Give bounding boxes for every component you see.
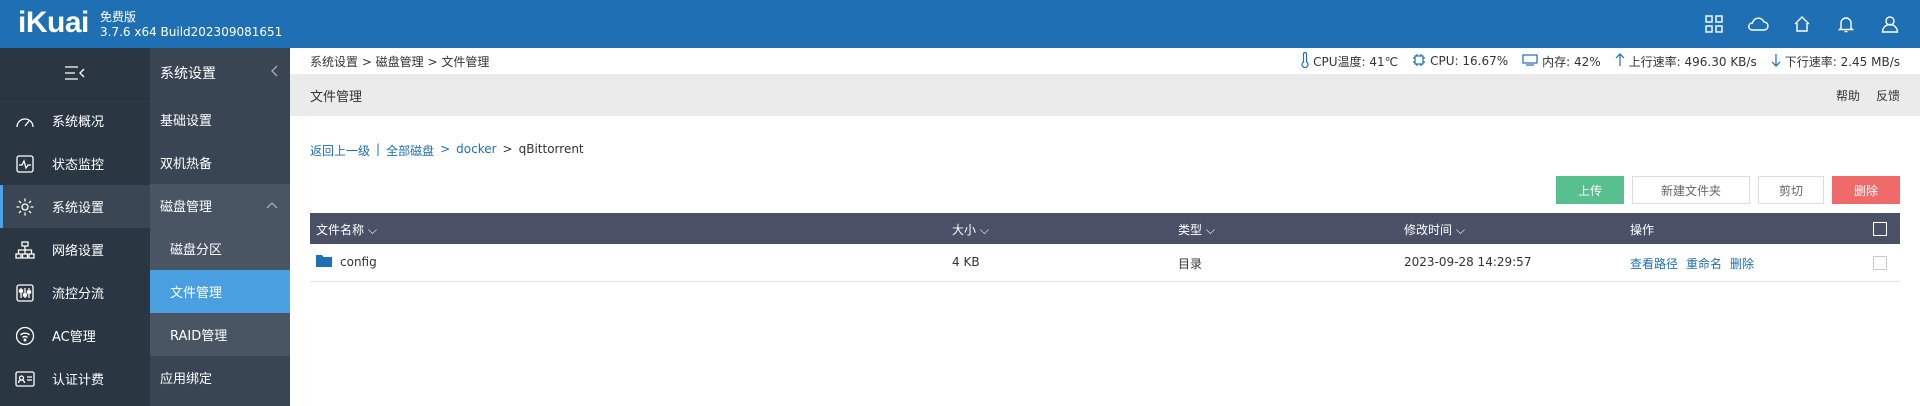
memory-icon bbox=[1522, 53, 1538, 69]
help-link[interactable]: 帮助 bbox=[1836, 87, 1860, 104]
select-all-checkbox[interactable] bbox=[1873, 222, 1887, 236]
chevron-down-icon: ⌵ bbox=[979, 223, 989, 237]
path-gt: > bbox=[502, 142, 513, 156]
upload-button[interactable]: 上传 bbox=[1556, 176, 1624, 204]
subnav-app-binding[interactable]: 应用绑定 bbox=[150, 356, 290, 399]
secondary-sidebar-header: 系统设置 bbox=[150, 48, 290, 98]
subnav-file-management[interactable]: 文件管理 bbox=[150, 270, 290, 313]
table-row[interactable]: config 4 KB 目录 2023-09-28 14:29:57 查看路径 … bbox=[310, 244, 1900, 282]
version-label: 3.7.6 x64 Build202309081651 bbox=[100, 25, 283, 39]
logo: iKuai bbox=[18, 6, 89, 39]
chevron-up-icon bbox=[266, 198, 278, 213]
primary-sidebar: 系统概况 状态监控 系统设置 网络设置 流控分流 AC管理 认证计费 bbox=[0, 48, 150, 406]
breadcrumb: 系统设置 > 磁盘管理 > 文件管理 bbox=[310, 54, 490, 69]
delete-link[interactable]: 删除 bbox=[1730, 255, 1754, 272]
rename-link[interactable]: 重命名 bbox=[1686, 255, 1722, 272]
nav-item-system-settings[interactable]: 系统设置 bbox=[0, 185, 150, 228]
nav-item-monitor[interactable]: 状态监控 bbox=[0, 142, 150, 185]
upload-rate-stat: 上行速率: 496.30 KB/s bbox=[1615, 52, 1757, 70]
path-gt: > bbox=[440, 142, 451, 156]
secondary-sidebar: 系统设置 基础设置 双机热备 磁盘管理 磁盘分区 文件管理 RAID管理 应用绑… bbox=[150, 48, 290, 406]
thermometer-icon bbox=[1301, 51, 1309, 71]
grid-icon[interactable] bbox=[1702, 12, 1726, 36]
chevron-down-icon: ⌵ bbox=[1455, 223, 1465, 237]
new-folder-button[interactable]: 新建文件夹 bbox=[1632, 176, 1750, 204]
nav-item-network[interactable]: 网络设置 bbox=[0, 228, 150, 271]
cpu-stat: CPU: 16.67% bbox=[1412, 53, 1508, 70]
user-icon[interactable] bbox=[1878, 12, 1902, 36]
col-type-header[interactable]: 类型 ⌵ bbox=[1178, 221, 1215, 238]
nav-item-flow-control[interactable]: 流控分流 bbox=[0, 271, 150, 314]
current-folder: qBittorrent bbox=[518, 142, 584, 156]
subnav-hot-standby[interactable]: 双机热备 bbox=[150, 141, 290, 184]
memory-stat: 内存: 42% bbox=[1522, 53, 1601, 70]
action-buttons: 上传 新建文件夹 剪切 删除 bbox=[1556, 176, 1900, 204]
col-ops-header: 操作 bbox=[1630, 223, 1655, 237]
main-content: 系统设置 > 磁盘管理 > 文件管理 CPU温度: 41℃ CPU: 16.67… bbox=[290, 48, 1920, 406]
cloud-icon[interactable] bbox=[1746, 12, 1770, 36]
path-separator: | bbox=[376, 142, 381, 156]
path-breadcrumb: 返回上一级 | 全部磁盘 > docker > qBittorrent bbox=[310, 142, 584, 159]
subnav-basic-settings[interactable]: 基础设置 bbox=[150, 98, 290, 141]
feedback-link[interactable]: 反馈 bbox=[1876, 87, 1900, 104]
version-info: 免费版 3.7.6 x64 Build202309081651 bbox=[100, 10, 282, 40]
folder-icon bbox=[316, 254, 332, 270]
arrow-up-icon bbox=[1615, 52, 1625, 70]
chevron-left-icon[interactable] bbox=[270, 65, 278, 81]
file-name[interactable]: config bbox=[340, 255, 377, 269]
dashboard-icon bbox=[14, 110, 36, 132]
table-header: 文件名称 ⌵ 大小 ⌵ 类型 ⌵ 修改时间 ⌵ 操作 bbox=[310, 213, 1900, 244]
wifi-icon bbox=[14, 325, 36, 347]
cpu-temp-stat: CPU温度: 41℃ bbox=[1301, 51, 1398, 71]
cut-button[interactable]: 剪切 bbox=[1758, 176, 1824, 204]
edition-label: 免费版 bbox=[100, 10, 137, 24]
subnav-raid-management[interactable]: RAID管理 bbox=[150, 313, 290, 356]
file-size: 4 KB bbox=[952, 255, 980, 269]
nav-item-overview[interactable]: 系统概况 bbox=[0, 99, 150, 142]
download-rate-stat: 下行速率: 2.45 MB/s bbox=[1771, 53, 1900, 70]
bell-icon[interactable] bbox=[1834, 12, 1858, 36]
row-checkbox[interactable] bbox=[1873, 256, 1887, 270]
top-bar: iKuai 免费版 3.7.6 x64 Build202309081651 bbox=[0, 0, 1920, 48]
file-mtime: 2023-09-28 14:29:57 bbox=[1404, 255, 1532, 269]
subnav-disk-partition[interactable]: 磁盘分区 bbox=[150, 227, 290, 270]
nav-item-auth-billing[interactable]: 认证计费 bbox=[0, 357, 150, 400]
page-title-bar: 文件管理 帮助 反馈 bbox=[290, 74, 1920, 116]
col-mtime-header[interactable]: 修改时间 ⌵ bbox=[1404, 221, 1465, 238]
docker-link[interactable]: docker bbox=[456, 142, 496, 159]
delete-button[interactable]: 删除 bbox=[1832, 176, 1900, 204]
status-bar: 系统设置 > 磁盘管理 > 文件管理 CPU温度: 41℃ CPU: 16.67… bbox=[290, 48, 1920, 74]
back-link[interactable]: 返回上一级 bbox=[310, 142, 370, 159]
network-icon bbox=[14, 239, 36, 261]
subnav-disk-management[interactable]: 磁盘管理 bbox=[150, 184, 290, 227]
collapse-menu-icon[interactable] bbox=[0, 48, 150, 99]
sliders-icon bbox=[14, 282, 36, 304]
page-title: 文件管理 bbox=[310, 89, 363, 105]
col-name-header[interactable]: 文件名称 ⌵ bbox=[316, 221, 377, 238]
file-type: 目录 bbox=[1178, 257, 1203, 271]
view-path-link[interactable]: 查看路径 bbox=[1630, 255, 1678, 272]
chip-icon bbox=[1412, 53, 1426, 70]
gear-icon bbox=[14, 196, 36, 218]
arrow-down-icon bbox=[1771, 53, 1781, 70]
chevron-down-icon: ⌵ bbox=[1205, 223, 1215, 237]
nav-item-ac[interactable]: AC管理 bbox=[0, 314, 150, 357]
id-card-icon bbox=[14, 368, 36, 390]
home-icon[interactable] bbox=[1790, 12, 1814, 36]
all-disks-link[interactable]: 全部磁盘 bbox=[386, 142, 434, 159]
chevron-down-icon: ⌵ bbox=[367, 223, 377, 237]
col-size-header[interactable]: 大小 ⌵ bbox=[952, 221, 989, 238]
file-table: 文件名称 ⌵ 大小 ⌵ 类型 ⌵ 修改时间 ⌵ 操作 config 4 KB 目… bbox=[310, 213, 1900, 282]
monitor-icon bbox=[14, 153, 36, 175]
